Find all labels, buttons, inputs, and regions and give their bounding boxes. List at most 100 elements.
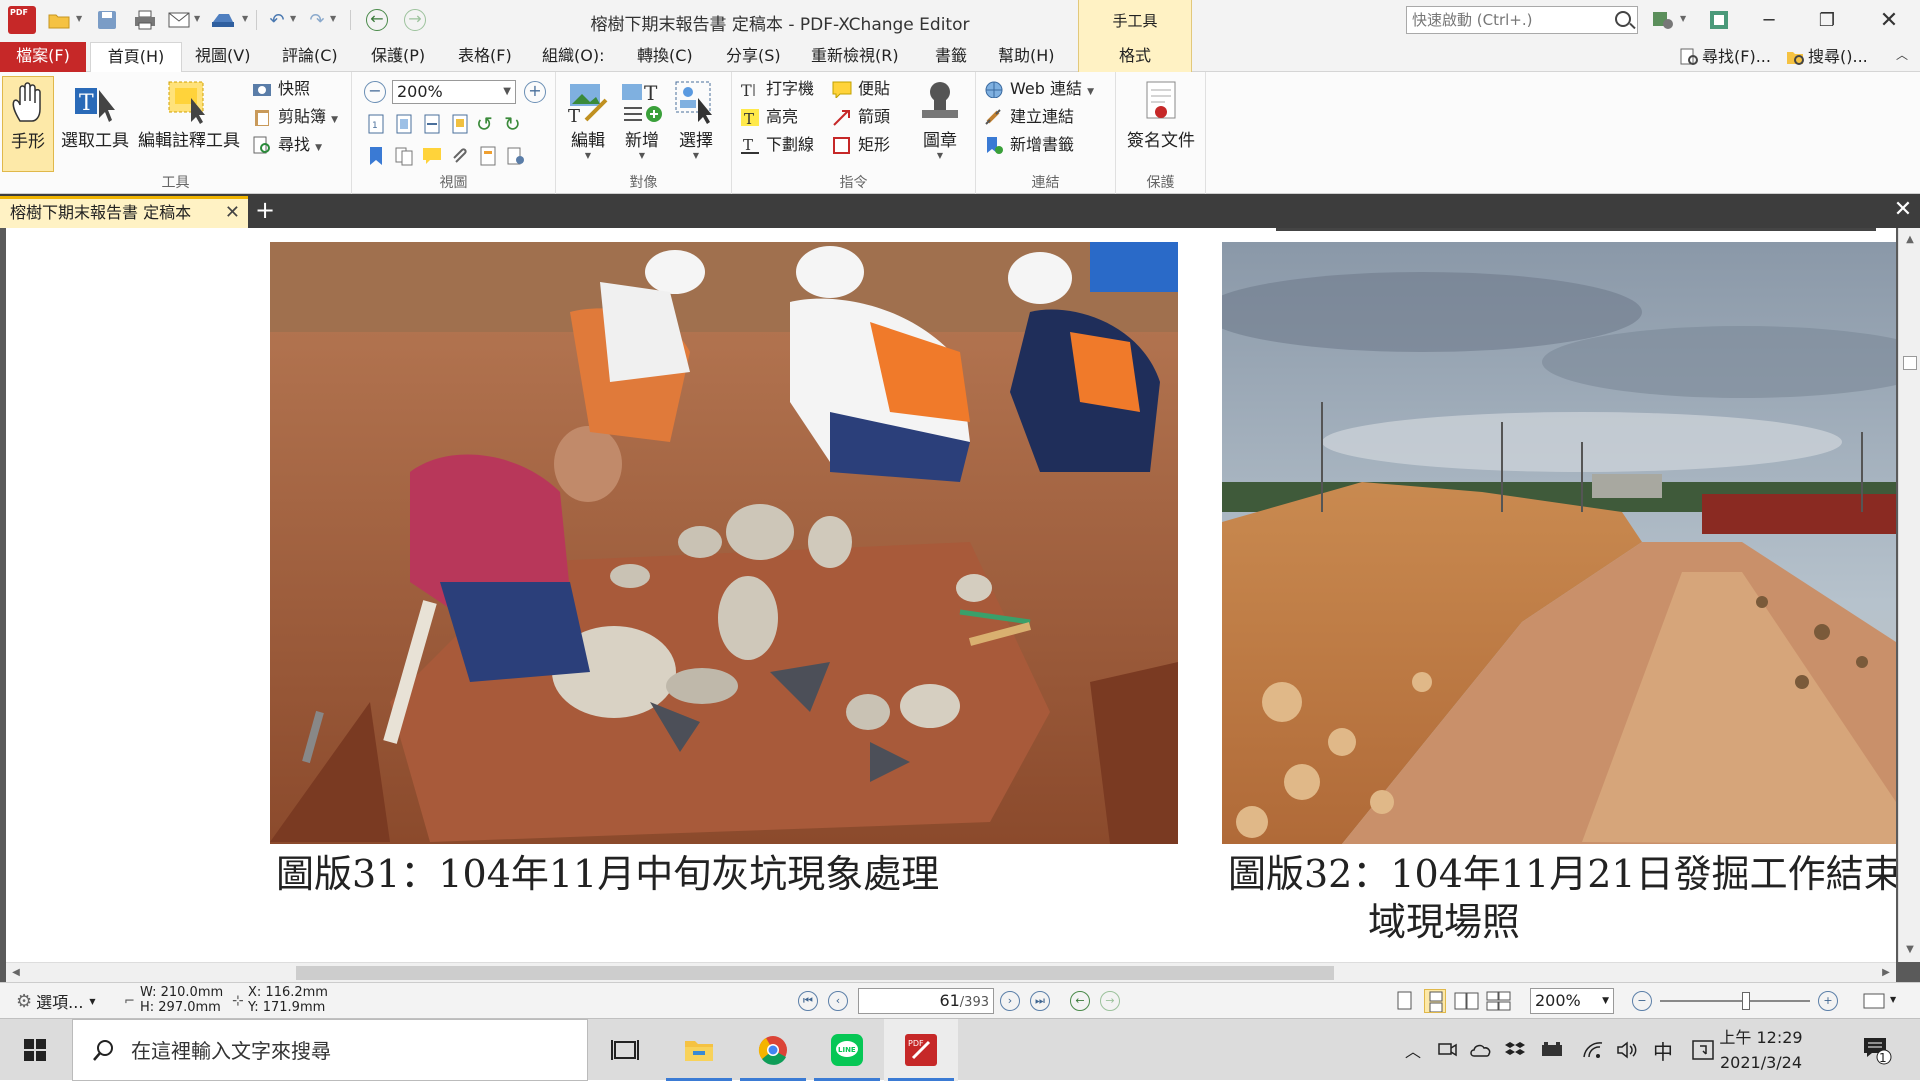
thumbnails-icon[interactable] (394, 146, 414, 166)
previous-view-icon[interactable]: ← (1070, 991, 1090, 1011)
sign-document-button[interactable]: 簽名文件 (1120, 76, 1202, 170)
fullscreen-icon[interactable] (1704, 8, 1734, 32)
continuous-facing-icon[interactable] (1486, 991, 1512, 1011)
dropbox-icon[interactable] (1500, 1019, 1530, 1081)
add-dropdown-icon[interactable]: ▼ (616, 151, 668, 160)
line-app-button[interactable]: LINE (810, 1019, 884, 1081)
actual-size-icon[interactable]: 1 (366, 114, 386, 134)
previous-page-icon[interactable]: ‹ (828, 991, 848, 1011)
quick-launch-box[interactable] (1406, 6, 1638, 34)
page-number-field[interactable]: 61/393 (858, 988, 994, 1014)
zoom-level-field[interactable]: 200% ▼ (1530, 988, 1614, 1014)
forward-icon[interactable]: → (404, 9, 426, 31)
notification-center-button[interactable]: 1 (1854, 1019, 1900, 1081)
file-explorer-button[interactable] (662, 1019, 736, 1081)
zoom-in-icon[interactable]: + (524, 81, 546, 103)
search-button[interactable]: 搜尋()... (1784, 44, 1868, 70)
horizontal-scroll-thumb[interactable] (296, 966, 1334, 980)
current-page[interactable]: 61 (939, 991, 959, 1010)
continuous-page-icon[interactable] (1424, 989, 1446, 1013)
chrome-button[interactable] (736, 1019, 810, 1081)
arrow-button[interactable]: 箭頭 (830, 104, 890, 130)
last-page-icon[interactable]: ⏭ (1030, 991, 1050, 1011)
document-tab[interactable]: 榕樹下期末報告書 定稿本 ✕ (0, 196, 248, 228)
clipboard-dropdown-icon[interactable]: ▼ (331, 115, 338, 125)
rotate-left-icon[interactable]: ↺ (476, 112, 493, 136)
scroll-down-icon[interactable]: ▼ (1902, 942, 1918, 958)
show-hidden-icons-icon[interactable]: ︿ (1398, 1019, 1428, 1081)
email-dropdown-icon[interactable]: ▼ (194, 14, 200, 23)
single-page-icon[interactable] (1396, 991, 1414, 1011)
scroll-up-icon[interactable]: ▲ (1902, 232, 1918, 248)
options-button[interactable]: ⚙ 選項... ▼ (16, 983, 96, 1019)
edit-dropdown-icon[interactable]: ▼ (562, 151, 614, 160)
attachments-icon[interactable] (450, 146, 470, 166)
minimize-button[interactable]: ─ (1740, 0, 1798, 40)
tab-convert[interactable]: 轉換(C) (637, 42, 693, 72)
undo-icon[interactable]: ↶ (264, 8, 290, 32)
taskbar-search-input[interactable] (131, 1038, 551, 1064)
sticky-note-button[interactable]: 便貼 (830, 76, 890, 102)
ui-options-dropdown-icon[interactable]: ▼ (1680, 14, 1686, 23)
zoom-slider-track[interactable] (1660, 1000, 1810, 1002)
pdf-xchange-button[interactable]: PDF (884, 1019, 958, 1081)
undo-dropdown-icon[interactable]: ▼ (290, 14, 296, 23)
find-button[interactable]: 尋找(F)... (1678, 44, 1771, 70)
stamp-dropdown-icon[interactable]: ▼ (912, 151, 968, 160)
start-button[interactable] (0, 1019, 72, 1081)
rotate-right-icon[interactable]: ↻ (504, 112, 521, 136)
wifi-icon[interactable] (1578, 1019, 1608, 1081)
restore-button[interactable]: ❐ (1798, 0, 1856, 40)
tab-share[interactable]: 分享(S) (726, 42, 781, 72)
highlight-button[interactable]: T 高亮 (738, 104, 798, 130)
document-area[interactable]: 圖版31：104年11月中旬灰坑現象處理 圖版32：104年11月21日發掘工作… (0, 228, 1920, 982)
tab-comment[interactable]: 評論(C) (282, 42, 338, 72)
scroll-left-icon[interactable]: ◀ (8, 965, 24, 981)
collapse-ribbon-icon[interactable]: ︿ (1896, 46, 1908, 63)
save-icon[interactable] (94, 8, 120, 32)
vertical-scroll-thumb[interactable] (1903, 356, 1917, 370)
ui-options-icon[interactable] (1648, 8, 1678, 32)
zoom-out-icon[interactable]: − (364, 81, 386, 103)
add-bookmark-button[interactable]: 新增書籤 (982, 132, 1074, 158)
scan-dropdown-icon[interactable]: ▼ (242, 14, 248, 23)
open-dropdown-icon[interactable]: ▼ (76, 14, 82, 23)
vertical-scrollbar[interactable]: ▲ ▼ (1898, 228, 1920, 962)
fit-width-icon[interactable] (422, 114, 442, 134)
tab-file[interactable]: 檔案(F) (0, 42, 86, 72)
next-view-icon[interactable]: → (1100, 991, 1120, 1011)
scan-icon[interactable] (210, 8, 236, 32)
next-page-icon[interactable]: › (1000, 991, 1020, 1011)
task-view-button[interactable] (588, 1019, 662, 1081)
zoom-out-status-icon[interactable]: − (1632, 991, 1652, 1011)
fit-visible-icon[interactable] (450, 114, 470, 134)
fit-page-icon[interactable] (394, 114, 414, 134)
close-tab-icon[interactable]: ✕ (225, 199, 240, 227)
comments-icon[interactable] (422, 146, 442, 166)
tab-view[interactable]: 視圖(V) (195, 42, 250, 72)
add-object-button[interactable]: T 新增 ▼ (616, 76, 668, 170)
email-icon[interactable] (166, 8, 192, 32)
onedrive-icon[interactable] (1466, 1019, 1496, 1081)
snapshot-button[interactable]: 快照 (250, 76, 310, 102)
select-dropdown-icon[interactable]: ▼ (670, 151, 722, 160)
clock[interactable]: 上午 12:29 2021/3/24 (1706, 1025, 1816, 1075)
tab-organize[interactable]: 組織(O): (542, 42, 604, 72)
select-object-button[interactable]: 選擇 ▼ (670, 76, 722, 170)
tab-bookmarks[interactable]: 書籤 (935, 42, 967, 72)
back-icon[interactable]: ← (366, 9, 388, 31)
redo-icon[interactable]: ↷ (304, 8, 330, 32)
tab-review[interactable]: 重新檢視(R) (811, 42, 899, 72)
fullscreen-status-icon[interactable] (1862, 991, 1888, 1011)
clipboard-button[interactable]: 剪貼簿 ▼ (250, 104, 338, 130)
tab-forms[interactable]: 表格(F) (458, 42, 512, 72)
redo-dropdown-icon[interactable]: ▼ (330, 14, 336, 23)
rectangle-button[interactable]: 矩形 (830, 132, 890, 158)
meet-now-icon[interactable] (1432, 1019, 1462, 1081)
edit-annotation-button[interactable]: 編輯註釋工具 (136, 76, 242, 170)
volume-icon[interactable] (1612, 1019, 1642, 1081)
hand-tool-button[interactable]: 手形 (2, 76, 54, 172)
zoom-slider-knob[interactable] (1742, 992, 1750, 1010)
create-link-button[interactable]: 建立連結 (982, 104, 1074, 130)
tab-protect[interactable]: 保護(P) (371, 42, 425, 72)
